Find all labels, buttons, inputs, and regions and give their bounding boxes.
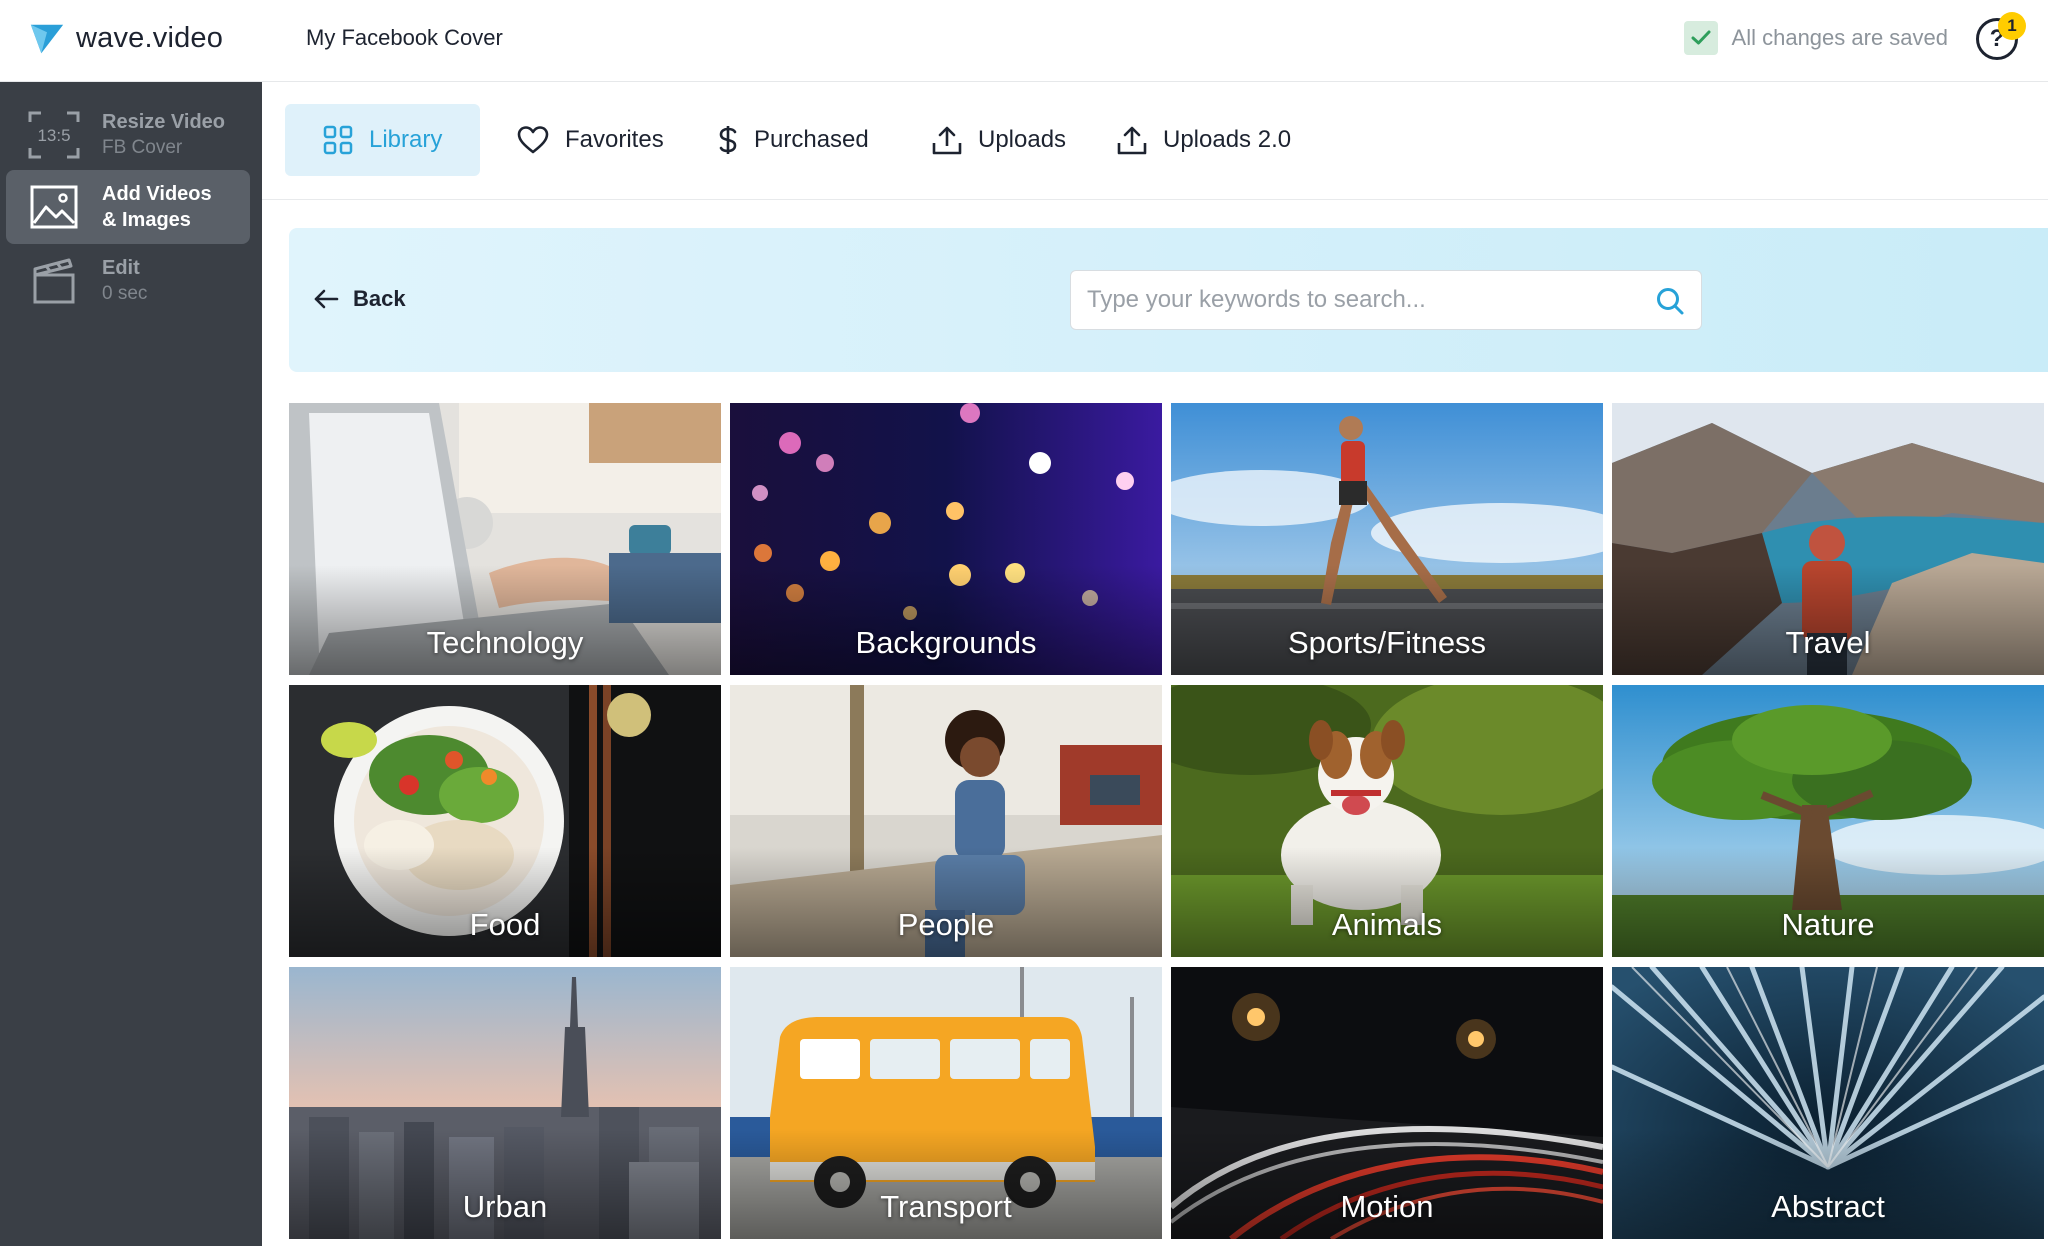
tab-uploads-2[interactable]: Uploads 2.0 — [1117, 104, 1291, 176]
category-label: Motion — [1340, 1189, 1434, 1224]
category-label: Backgrounds — [855, 625, 1037, 660]
tab-library[interactable]: Library — [285, 104, 481, 176]
heart-icon — [517, 126, 549, 154]
category-tile-transport[interactable]: Transport — [730, 967, 1162, 1239]
search-input[interactable] — [1087, 271, 1647, 329]
category-label: Abstract — [1771, 1189, 1885, 1224]
back-label: Back — [353, 286, 406, 311]
tab-uploads[interactable]: Uploads — [932, 104, 1066, 176]
dollar-icon — [719, 126, 737, 154]
check-icon — [1683, 21, 1718, 55]
step-title: Resize Video — [102, 111, 226, 133]
image-icon — [26, 179, 82, 235]
logo[interactable]: wave.video — [28, 18, 223, 58]
category-label: Sports/Fitness — [1287, 625, 1487, 660]
category-label: Travel — [1785, 625, 1871, 660]
category-tile-urban[interactable]: Urban — [289, 967, 721, 1239]
project-name-input[interactable] — [306, 20, 726, 56]
category-tile-animals[interactable]: Animals — [1171, 685, 1603, 957]
tab-favorites[interactable]: Favorites — [517, 104, 664, 176]
category-tile-food[interactable]: Food — [289, 685, 721, 957]
upload-icon — [932, 126, 962, 155]
category-label: People — [897, 907, 995, 942]
notification-badge: 1 — [1998, 12, 2026, 40]
search-icon[interactable] — [1655, 286, 1685, 316]
clapperboard-icon — [26, 253, 82, 309]
step-title: Edit — [102, 257, 140, 279]
category-tile-motion[interactable]: Motion — [1171, 967, 1603, 1239]
tab-label: Purchased — [754, 126, 869, 153]
category-grid: Technology Backgrounds Sports/Fitness Tr… — [289, 403, 2048, 1246]
step-title-line1: Add Videos — [102, 183, 212, 205]
search-banner: Back — [289, 228, 2048, 372]
save-status: All changes are saved — [1683, 20, 1948, 56]
tab-label: Uploads 2.0 — [1163, 126, 1292, 153]
logo-text: wave.video — [76, 21, 224, 54]
tab-label: Library — [369, 126, 443, 153]
step-subtitle: 0 sec — [102, 283, 148, 304]
tab-label: Favorites — [565, 126, 664, 153]
category-label: Technology — [426, 625, 584, 660]
step-edit[interactable]: Edit 0 sec — [6, 244, 250, 318]
search-box — [1070, 270, 1702, 330]
step-resize-video[interactable]: 13:5 Resize Video FB Cover — [6, 98, 250, 172]
step-title-line2: & Images — [102, 209, 191, 231]
category-label: Food — [469, 907, 541, 942]
category-tile-sports-fitness[interactable]: Sports/Fitness — [1171, 403, 1603, 675]
category-tile-abstract[interactable]: Abstract — [1612, 967, 2044, 1239]
media-source-tabs: Library Favorites Purchased Uploads Uplo… — [262, 82, 2048, 200]
step-subtitle: FB Cover — [102, 137, 183, 158]
category-tile-backgrounds[interactable]: Backgrounds — [730, 403, 1162, 675]
grid-icon — [323, 125, 353, 155]
category-tile-travel[interactable]: Travel — [1612, 403, 2044, 675]
category-label: Transport — [880, 1189, 1012, 1224]
sidebar: 13:5 Resize Video FB Cover Add Videos & … — [0, 82, 262, 1246]
category-tile-nature[interactable]: Nature — [1612, 685, 2044, 957]
resize-frame-icon: 13:5 — [26, 107, 82, 163]
wave-video-logo-icon — [30, 24, 64, 54]
step-add-videos-images[interactable]: Add Videos & Images — [6, 170, 250, 244]
tab-purchased[interactable]: Purchased — [718, 104, 869, 176]
tab-label: Uploads — [978, 126, 1067, 153]
save-status-text: All changes are saved — [1731, 25, 1948, 50]
category-tile-technology[interactable]: Technology — [289, 403, 721, 675]
arrow-left-icon — [314, 289, 339, 309]
category-label: Urban — [462, 1189, 548, 1224]
aspect-ratio-badge: 13:5 — [37, 126, 70, 145]
category-label: Nature — [1781, 907, 1875, 942]
category-label: Animals — [1331, 907, 1443, 942]
upload-icon — [1117, 126, 1147, 155]
back-button[interactable]: Back — [313, 286, 406, 312]
top-bar: wave.video All changes are saved ? 1 — [0, 0, 2048, 82]
category-tile-people[interactable]: People — [730, 685, 1162, 957]
